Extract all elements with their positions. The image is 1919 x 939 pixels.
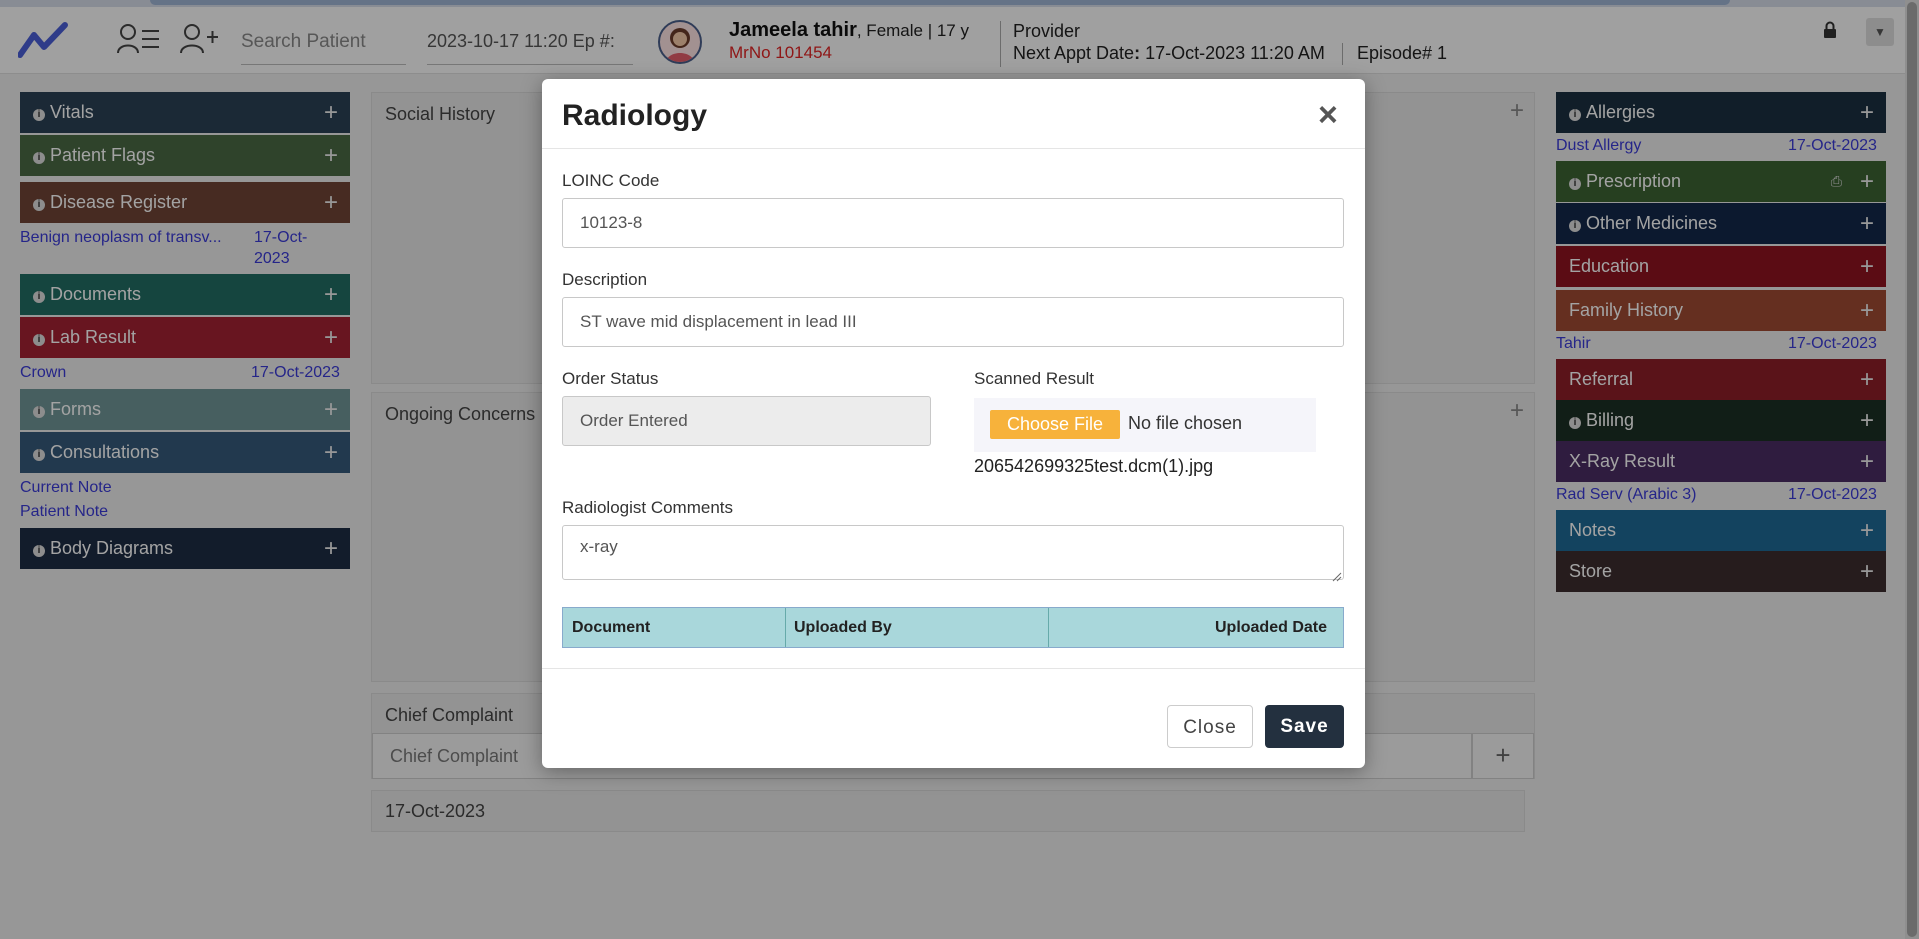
resize-handle-icon[interactable] — [1332, 569, 1342, 587]
radiologist-comments-textarea[interactable]: x-ray — [562, 525, 1344, 580]
description-label: Description — [562, 270, 648, 289]
modal-title: Radiology — [562, 99, 708, 132]
column-header-document: Document — [572, 619, 651, 636]
choose-file-button[interactable]: Choose File — [990, 410, 1120, 439]
modal-footer-divider — [542, 668, 1365, 669]
close-button[interactable]: Close — [1167, 705, 1253, 748]
modal-header-divider — [542, 148, 1365, 149]
order-status-label: Order Status — [562, 369, 659, 388]
description-input[interactable]: ST wave mid displacement in lead III — [562, 297, 1344, 347]
order-status-field: Order Entered — [562, 396, 931, 446]
scanned-result-label: Scanned Result — [974, 369, 1095, 388]
loinc-code-label: LOINC Code — [562, 171, 660, 190]
column-header-uploaded-by: Uploaded By — [794, 619, 892, 636]
radiologist-comments-label: Radiologist Comments — [562, 498, 734, 517]
no-file-chosen-text: No file chosen — [1128, 413, 1243, 433]
uploaded-file-name[interactable]: 206542699325test.dcm(1).jpg — [974, 456, 1213, 477]
save-button[interactable]: Save — [1265, 705, 1344, 748]
radiology-modal: Radiology × LOINC Code 10123-8 Descripti… — [542, 79, 1365, 768]
column-divider — [785, 608, 786, 647]
documents-table-header: Document Uploaded By Uploaded Date — [562, 607, 1344, 648]
loinc-code-input[interactable]: 10123-8 — [562, 198, 1344, 248]
column-header-uploaded-date: Uploaded Date — [1214, 619, 1327, 636]
scanned-result-file-input: Choose File No file chosen — [974, 398, 1316, 452]
close-icon[interactable]: × — [1318, 95, 1338, 135]
column-divider — [1048, 608, 1049, 647]
